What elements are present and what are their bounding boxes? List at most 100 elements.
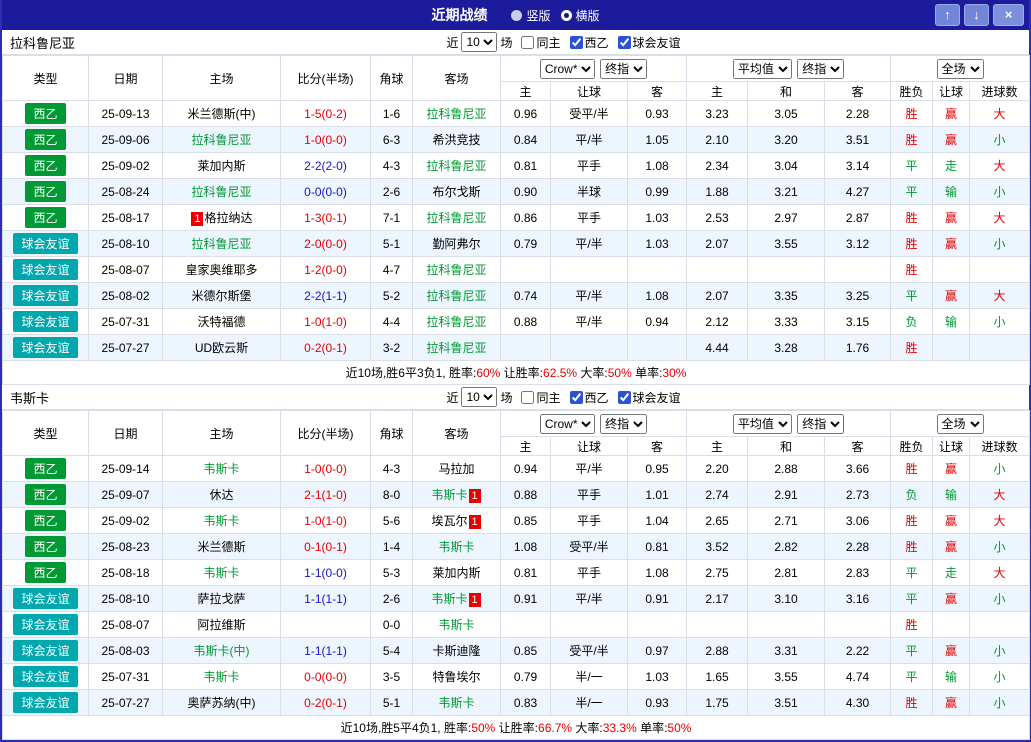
fulltime-select[interactable]: 全场 <box>936 413 984 434</box>
result-goals: 小 <box>969 533 1031 560</box>
match-row: 西乙 25-09-13 米兰德斯(中) 1-5(0-2) 1-6 拉科鲁尼亚 0.96 受平/… <box>2 100 1031 127</box>
sub-avg-home-header: 主 <box>686 436 749 456</box>
page-title: 近期战绩 <box>431 7 488 23</box>
sub-avg-home-header: 主 <box>686 81 749 101</box>
match-row: 西乙 25-09-02 韦斯卡 1-0(1-0) 5-6 埃瓦尔 1 0.85 平手 1.04 2.… <box>2 507 1031 534</box>
odds-provider-select[interactable]: Crow* <box>539 413 595 434</box>
match-row: 球会友谊 25-08-03 韦斯卡(中) 1-1(1-1) 5-4 卡斯迪隆 0.85 受平/… <box>2 637 1031 664</box>
same-home-checkbox[interactable] <box>521 390 535 404</box>
away-team: 韦斯卡 <box>412 689 501 716</box>
league-checkbox[interactable] <box>569 35 583 49</box>
competition-cell: 球会友谊 <box>2 637 89 664</box>
same-home-option[interactable]: 同主 <box>515 389 561 406</box>
match-row: 球会友谊 25-08-10 拉科鲁尼亚 2-0(0-0) 5-1 勤阿弗尔 0.79 平/半 1… <box>2 230 1031 257</box>
result-handicap: 输 <box>932 308 971 335</box>
result-handicap: 赢 <box>932 455 971 482</box>
league-checkbox[interactable] <box>569 390 583 404</box>
full-half-score: 1-0(0-0) <box>304 461 347 476</box>
away-team: 埃瓦尔 1 <box>412 507 501 534</box>
league-option[interactable]: 西乙 <box>564 34 609 51</box>
competition-cell: 球会友谊 <box>2 689 89 716</box>
home-team-name: 韦斯卡 <box>203 670 240 684</box>
final-odds-select[interactable]: 终指 <box>600 413 648 434</box>
result-goals: 大 <box>969 282 1031 309</box>
competition-badge: 球会友谊 <box>13 259 78 280</box>
corner-score: 3-2 <box>370 334 413 361</box>
competition-badge: 球会友谊 <box>13 588 78 609</box>
match-row: 球会友谊 25-08-07 皇家奥维耶多 1-2(0-0) 4-7 拉科鲁尼亚 胜 <box>2 256 1031 283</box>
same-home-checkbox[interactable] <box>521 35 535 49</box>
handicap-away-odds: 0.91 <box>626 585 688 612</box>
score-cell: 0-2(0-1) <box>280 334 371 361</box>
friendly-option[interactable]: 球会友谊 <box>612 34 681 51</box>
odds-provider-select[interactable]: Crow* <box>539 58 595 79</box>
friendly-checkbox[interactable] <box>617 35 631 49</box>
col-home-header: 主场 <box>162 410 281 456</box>
corner-score: 2-6 <box>370 585 413 612</box>
result-wdl: 胜 <box>890 689 934 716</box>
full-half-score: 2-0(0-0) <box>304 236 347 251</box>
result-goals: 小 <box>969 455 1031 482</box>
match-date: 25-08-07 <box>88 256 163 283</box>
league-option[interactable]: 西乙 <box>564 389 609 406</box>
home-team: 沃特福德 <box>162 308 281 335</box>
scroll-down-button[interactable]: ↓ <box>964 4 989 26</box>
col-away-header: 客场 <box>412 410 501 456</box>
away-team-name: 希洪竞技 <box>432 133 481 147</box>
window-buttons: ↑ ↓ × <box>935 4 1024 26</box>
match-date: 25-08-24 <box>88 178 163 205</box>
match-date: 25-07-27 <box>88 334 163 361</box>
average-select[interactable]: 平均值 <box>732 413 792 434</box>
competition-badge: 球会友谊 <box>13 640 78 661</box>
team-name: 韦斯卡 <box>10 390 50 406</box>
match-row: 球会友谊 25-07-27 奥萨苏纳(中) 0-2(0-1) 5-1 韦斯卡 0.83 半/一… <box>2 689 1031 716</box>
handicap-away-odds: 0.94 <box>626 308 688 335</box>
match-count-select[interactable]: 10 <box>461 387 498 407</box>
avg-away-odds: 3.66 <box>824 455 892 482</box>
match-count-select[interactable]: 10 <box>461 32 498 52</box>
full-half-score: 1-0(1-0) <box>304 314 347 329</box>
final-odds-select-2[interactable]: 终指 <box>797 413 845 434</box>
result-wdl: 胜 <box>890 507 934 534</box>
scroll-up-button[interactable]: ↑ <box>935 4 960 26</box>
avg-away-odds: 2.73 <box>824 481 892 508</box>
handicap-line: 平/半 <box>550 230 628 257</box>
summary-segment: 大率: <box>577 366 608 380</box>
horizontal-layout-radio[interactable]: 横版 <box>560 7 600 24</box>
handicap-line: 半/一 <box>550 663 628 690</box>
result-goals: 小 <box>969 663 1031 690</box>
avg-draw-odds: 2.88 <box>747 455 826 482</box>
handicap-line: 受平/半 <box>550 533 628 560</box>
avg-away-odds <box>824 256 892 283</box>
competition-badge: 球会友谊 <box>13 285 78 306</box>
match-date: 25-09-14 <box>88 455 163 482</box>
result-handicap: 输 <box>932 178 971 205</box>
handicap-line: 平/半 <box>550 585 628 612</box>
home-team: 韦斯卡 <box>162 663 281 690</box>
same-home-option[interactable]: 同主 <box>515 34 561 51</box>
result-wdl: 胜 <box>890 204 934 231</box>
final-odds-select[interactable]: 终指 <box>600 58 648 79</box>
avg-away-odds: 3.06 <box>824 507 892 534</box>
avg-home-odds: 2.12 <box>686 308 749 335</box>
handicap-home-odds: 0.91 <box>500 585 551 612</box>
competition-cell: 西乙 <box>2 481 89 508</box>
close-button[interactable]: × <box>993 4 1024 26</box>
friendly-option[interactable]: 球会友谊 <box>612 389 681 406</box>
away-team-name: 拉科鲁尼亚 <box>426 211 487 225</box>
fulltime-select[interactable]: 全场 <box>936 58 984 79</box>
result-handicap: 赢 <box>932 585 971 612</box>
handicap-away-odds: 1.08 <box>626 282 688 309</box>
result-goals: 大 <box>969 559 1031 586</box>
handicap-away-odds: 0.97 <box>626 637 688 664</box>
average-select[interactable]: 平均值 <box>732 58 792 79</box>
summary-segment: 单率: <box>636 721 668 735</box>
away-team: 布尔戈斯 <box>412 178 501 205</box>
home-team: 韦斯卡 <box>162 559 281 586</box>
match-date: 25-09-02 <box>88 152 163 179</box>
final-odds-select-2[interactable]: 终指 <box>797 58 845 79</box>
vertical-layout-radio[interactable]: 竖版 <box>511 7 551 24</box>
results-table: 类型 日期 主场 比分(半场) 角球 客场 Crow* 终指 平均值 终指 全场… <box>1 55 1031 385</box>
friendly-checkbox[interactable] <box>617 390 631 404</box>
away-team: 拉科鲁尼亚 <box>412 204 501 231</box>
